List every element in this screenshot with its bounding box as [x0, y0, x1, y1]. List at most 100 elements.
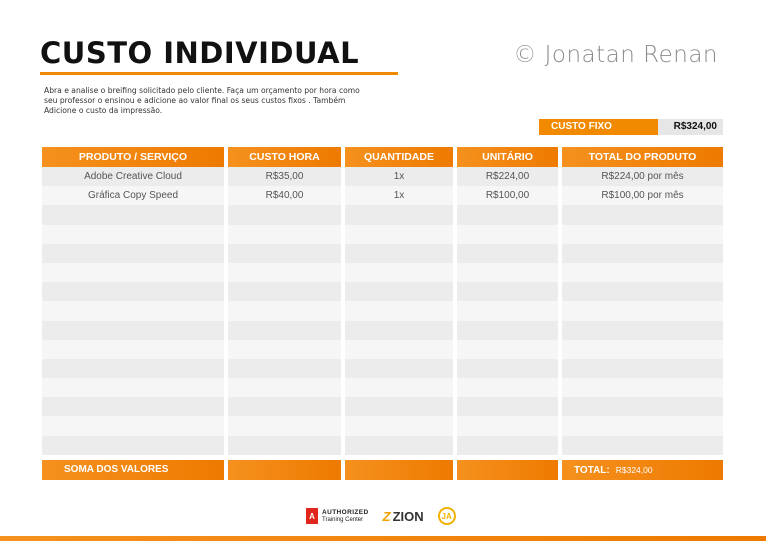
- cell-quantity: [345, 416, 453, 436]
- cell-hourly-cost: R$40,00: [228, 186, 341, 206]
- cell-unit: [457, 397, 558, 417]
- adobe-authorized-text: AUTHORIZED: [322, 508, 369, 516]
- cell-total: [562, 282, 723, 302]
- sum-hourly-cost: [228, 459, 341, 480]
- bottom-accent-bar: [0, 536, 766, 541]
- column-header-quantity: QUANTIDADE: [345, 147, 453, 167]
- cell-product: [42, 339, 224, 359]
- cell-product: Adobe Creative Cloud: [42, 167, 224, 187]
- table-row: [42, 397, 723, 417]
- cell-product: [42, 435, 224, 455]
- cell-quantity: [345, 301, 453, 321]
- cell-hourly-cost: [228, 358, 341, 379]
- cell-total: R$224,00 por mês: [562, 167, 723, 187]
- cell-quantity: [345, 282, 453, 302]
- cell-quantity: [345, 224, 453, 244]
- table-footer: SOMA DOS VALORES TOTAL: R$324,00: [42, 459, 723, 480]
- cell-product: [42, 282, 224, 302]
- badge-icon: JA: [437, 507, 456, 525]
- cell-product: [42, 378, 224, 398]
- table-row: Adobe Creative Cloud R$35,00 1x R$224,00 R$2…: [42, 167, 723, 187]
- cell-hourly-cost: [228, 416, 341, 436]
- zion-name: ZION: [392, 508, 424, 524]
- cell-total: [562, 262, 723, 283]
- table-row: [42, 301, 723, 321]
- cell-total: [562, 224, 723, 244]
- cell-product: [42, 397, 224, 417]
- column-header-total: TOTAL DO PRODUTO: [562, 147, 723, 167]
- cell-hourly-cost: [228, 435, 341, 455]
- table-row: [42, 205, 723, 225]
- cell-total: [562, 301, 723, 321]
- cell-hourly-cost: [228, 282, 341, 302]
- cell-total: R$100,00 por mês: [562, 186, 723, 206]
- cell-total: [562, 416, 723, 436]
- cell-hourly-cost: [228, 205, 341, 225]
- table-row: [42, 339, 723, 359]
- cell-product: [42, 243, 224, 263]
- table-row: [42, 416, 723, 436]
- adobe-training-text: Training Center: [322, 516, 364, 523]
- cell-total: [562, 358, 723, 379]
- column-header-hourly-cost: CUSTO HORA: [228, 147, 341, 167]
- table-row: Gráfica Copy Speed R$40,00 1x R$100,00 R$100…: [42, 186, 723, 206]
- cell-unit: [457, 358, 558, 379]
- cell-quantity: 1x: [345, 167, 453, 187]
- partner-logos: A AUTHORIZED Training Center Z ZION JA: [306, 507, 456, 525]
- cell-unit: [457, 205, 558, 225]
- sum-unit: [457, 459, 558, 480]
- cell-unit: [457, 243, 558, 263]
- cell-quantity: [345, 243, 453, 263]
- cell-quantity: [345, 397, 453, 417]
- author-credit: © Jonatan Renan: [513, 42, 718, 68]
- zion-icon: Z: [382, 508, 391, 524]
- fixed-cost-box: CUSTO FIXO R$324,00: [539, 119, 723, 135]
- cell-unit: [457, 301, 558, 321]
- cell-total: [562, 339, 723, 359]
- cell-total: [562, 378, 723, 398]
- cell-unit: [457, 378, 558, 398]
- cell-quantity: 1x: [345, 186, 453, 206]
- table-row: [42, 358, 723, 379]
- cell-product: [42, 262, 224, 283]
- cell-quantity: [345, 205, 453, 225]
- sum-quantity: [345, 459, 453, 480]
- adobe-authorized-logo: A AUTHORIZED Training Center: [306, 508, 369, 524]
- cell-quantity: [345, 378, 453, 398]
- cell-quantity: [345, 320, 453, 340]
- total-cell: TOTAL: R$324,00: [562, 459, 723, 480]
- cell-total: [562, 435, 723, 455]
- adobe-icon: A: [306, 508, 318, 524]
- total-label: TOTAL:: [574, 464, 610, 476]
- cell-hourly-cost: [228, 320, 341, 340]
- title-underline: [40, 72, 398, 75]
- column-header-product: PRODUTO / SERVIÇO: [42, 147, 224, 167]
- cell-total: [562, 205, 723, 225]
- cell-hourly-cost: R$35,00: [228, 167, 341, 187]
- cell-unit: R$224,00: [457, 167, 558, 187]
- cell-product: [42, 205, 224, 225]
- table-row: [42, 243, 723, 263]
- page-title: CUSTO INDIVIDUAL: [40, 36, 360, 70]
- cell-unit: [457, 339, 558, 359]
- instructions-text: Abra e analise o breifing solicitado pel…: [44, 86, 360, 115]
- table-row: [42, 262, 723, 283]
- cell-quantity: [345, 358, 453, 379]
- cell-hourly-cost: [228, 224, 341, 244]
- table-row: [42, 224, 723, 244]
- cost-table: PRODUTO / SERVIÇO CUSTO HORA QUANTIDADE …: [42, 147, 723, 480]
- cell-hourly-cost: [228, 301, 341, 321]
- cell-total: [562, 243, 723, 263]
- cell-unit: [457, 416, 558, 436]
- cell-unit: [457, 320, 558, 340]
- cell-product: [42, 320, 224, 340]
- cell-total: [562, 397, 723, 417]
- column-header-unit: UNITÁRIO: [457, 147, 558, 167]
- zion-logo: Z ZION: [383, 509, 424, 524]
- cell-hourly-cost: [228, 397, 341, 417]
- table-body: Adobe Creative Cloud R$35,00 1x R$224,00 R$2…: [42, 167, 723, 455]
- cell-unit: [457, 224, 558, 244]
- cell-hourly-cost: [228, 262, 341, 283]
- cell-hourly-cost: [228, 243, 341, 263]
- cell-product: Gráfica Copy Speed: [42, 186, 224, 206]
